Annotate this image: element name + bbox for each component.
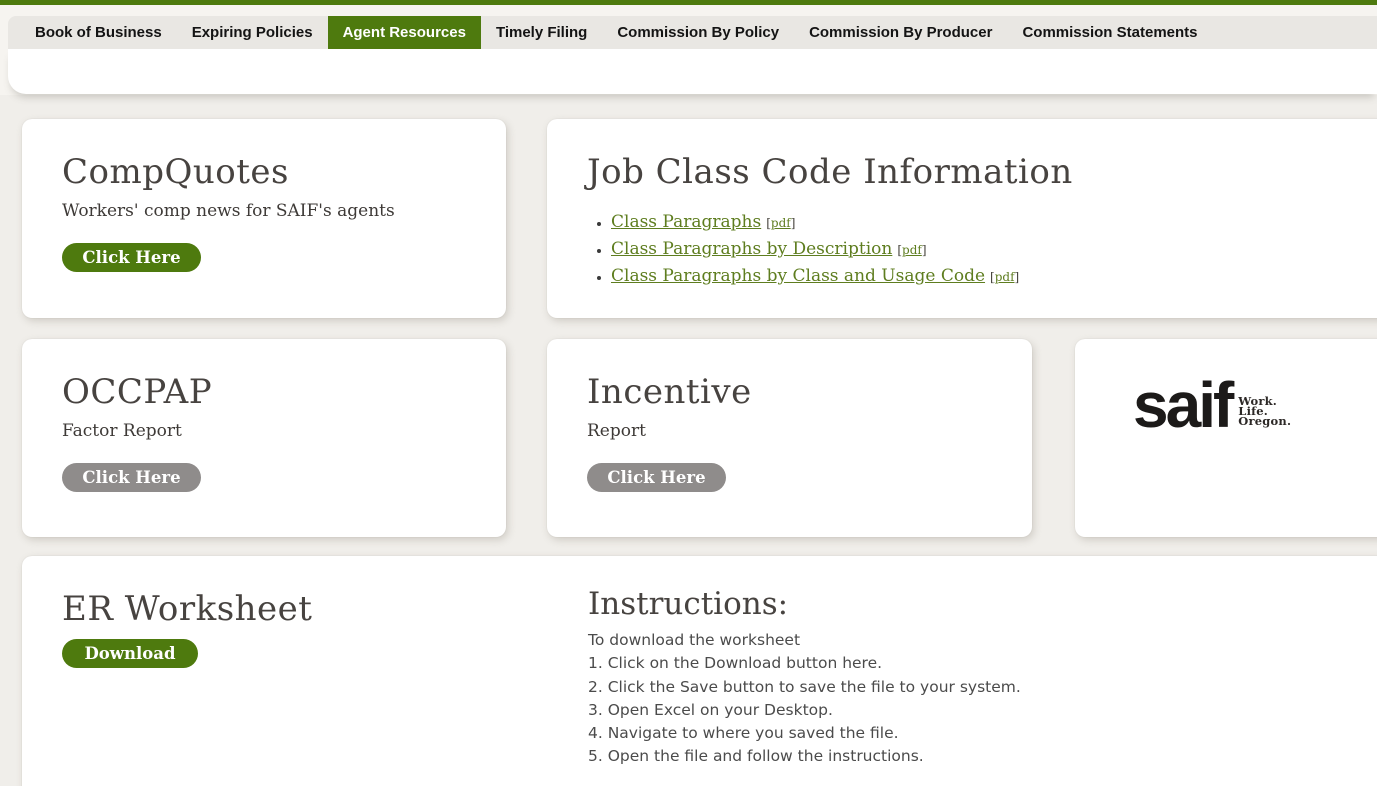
saif-tagline: Work. Life. Oregon. (1238, 396, 1291, 431)
instructions-title: Instructions: (588, 586, 1021, 622)
saif-wordmark: saif (1133, 379, 1231, 431)
er-worksheet-title: ER Worksheet (62, 590, 312, 629)
instruction-step: 4. Navigate to where you saved the file. (588, 722, 1021, 745)
link-label: Class Paragraphs (611, 212, 761, 232)
saif-logo: saif Work. Life. Oregon. (1075, 339, 1377, 431)
class-paragraphs-by-description-link[interactable]: Class Paragraphs by Description [pdf] (611, 239, 927, 259)
class-paragraphs-by-class-usage-link[interactable]: Class Paragraphs by Class and Usage Code… (611, 266, 1019, 286)
tab-commission-by-producer[interactable]: Commission By Producer (794, 16, 1007, 49)
occpap-click-here-button[interactable]: Click Here (62, 463, 201, 492)
occpap-title: OCCPAP (62, 373, 466, 412)
occpap-card: OCCPAP Factor Report Click Here (22, 339, 506, 537)
list-item: Class Paragraphs [pdf] (611, 212, 1352, 232)
incentive-click-here-button[interactable]: Click Here (587, 463, 726, 492)
occpap-subtitle: Factor Report (62, 421, 466, 441)
compquotes-title: CompQuotes (62, 153, 466, 192)
pdf-link-list: Class Paragraphs [pdf] Class Paragraphs b… (611, 212, 1352, 286)
header-panel (8, 49, 1377, 94)
download-button[interactable]: Download (62, 639, 198, 668)
tab-expiring-policies[interactable]: Expiring Policies (177, 16, 328, 49)
compquotes-subtitle: Workers' comp news for SAIF's agents (62, 201, 466, 221)
er-worksheet-card: ER Worksheet Download Instructions: To d… (22, 556, 1377, 786)
tab-agent-resources[interactable]: Agent Resources (328, 16, 481, 49)
saif-logo-card: saif Work. Life. Oregon. (1075, 339, 1377, 537)
pdf-tag: [pdf] (897, 243, 926, 257)
tab-commission-statements[interactable]: Commission Statements (1007, 16, 1212, 49)
tab-timely-filing[interactable]: Timely Filing (481, 16, 602, 49)
incentive-subtitle: Report (587, 421, 992, 441)
link-label: Class Paragraphs by Description (611, 239, 892, 259)
tab-book-of-business[interactable]: Book of Business (20, 16, 177, 49)
instruction-step: 2. Click the Save button to save the fil… (588, 676, 1021, 699)
job-class-code-card: Job Class Code Information Class Paragra… (547, 119, 1377, 318)
instruction-step: 5. Open the file and follow the instruct… (588, 745, 1021, 768)
tab-commission-by-policy[interactable]: Commission By Policy (602, 16, 794, 49)
pdf-tag: [pdf] (766, 216, 795, 230)
compquotes-card: CompQuotes Workers' comp news for SAIF's… (22, 119, 506, 318)
job-class-code-title: Job Class Code Information (587, 153, 1352, 192)
instruction-step: 1. Click on the Download button here. (588, 652, 1021, 675)
saif-tagline-line: Oregon. (1238, 416, 1291, 426)
list-item: Class Paragraphs by Description [pdf] (611, 239, 1352, 259)
pdf-tag: [pdf] (990, 270, 1019, 284)
class-paragraphs-link[interactable]: Class Paragraphs [pdf] (611, 212, 795, 232)
tab-bar: Book of Business Expiring Policies Agent… (8, 16, 1377, 49)
list-item: Class Paragraphs by Class and Usage Code… (611, 266, 1352, 286)
incentive-title: Incentive (587, 373, 992, 412)
compquotes-click-here-button[interactable]: Click Here (62, 243, 201, 272)
instruction-step: 3. Open Excel on your Desktop. (588, 699, 1021, 722)
page: Book of Business Expiring Policies Agent… (0, 0, 1377, 786)
instructions-intro: To download the worksheet (588, 629, 1021, 652)
link-label: Class Paragraphs by Class and Usage Code (611, 266, 985, 286)
incentive-card: Incentive Report Click Here (547, 339, 1032, 537)
instructions-section: Instructions: To download the worksheet … (588, 586, 1021, 769)
